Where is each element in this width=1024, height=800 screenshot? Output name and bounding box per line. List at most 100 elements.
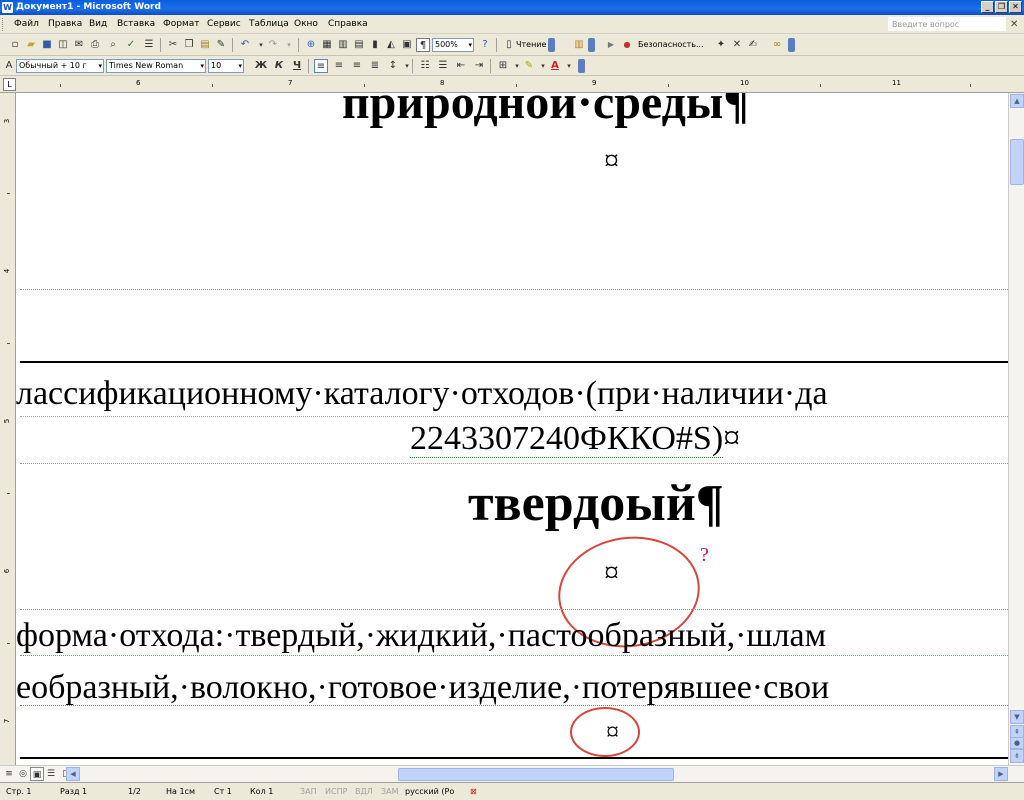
scroll-down-icon[interactable]: ▼ (1010, 710, 1024, 724)
open-folder-icon[interactable]: ▰ (24, 38, 38, 52)
menu-file[interactable]: Файл (14, 15, 39, 34)
toolbar-options-icon[interactable] (548, 38, 555, 52)
next-page-icon[interactable]: ⇟ (1010, 749, 1024, 763)
normal-view-icon[interactable]: ≡ (2, 767, 16, 781)
align-left-icon[interactable]: ≡ (314, 59, 328, 73)
menu-view[interactable]: Вид (89, 15, 107, 34)
macro-record-icon[interactable]: ● (620, 38, 634, 52)
security-button[interactable]: Безопасность... (638, 38, 704, 52)
status-track-changes[interactable]: ИСПР (325, 783, 347, 800)
font-select[interactable]: Times New Roman ▾ (106, 59, 206, 73)
web-layout-icon[interactable]: ◎ (16, 767, 30, 781)
borders-icon[interactable]: ⊞ (496, 59, 510, 73)
drawing-icon[interactable]: ◭ (384, 38, 398, 52)
zoom-select[interactable]: 500% ▾ (432, 38, 474, 52)
select-browse-object-icon[interactable]: ● (1010, 737, 1024, 749)
italic-button[interactable]: К (272, 59, 286, 73)
spelling-icon[interactable]: ✓ (124, 38, 138, 52)
toolbar-options-icon[interactable] (578, 59, 585, 73)
reading-mode-button[interactable]: Чтение (516, 38, 546, 52)
undo-icon[interactable]: ↶ (238, 38, 252, 52)
cut-icon[interactable]: ✂ (166, 38, 180, 52)
help-question-input[interactable]: Введите вопрос (888, 17, 1006, 31)
increase-indent-icon[interactable]: ⇥ (472, 59, 486, 73)
styles-pane-icon[interactable]: A (2, 59, 16, 73)
minimize-button[interactable]: _ (981, 1, 994, 13)
vertical-ruler[interactable]: 3 4 5 6 7 (0, 93, 16, 765)
design-mode-icon[interactable]: ✕ (730, 38, 744, 52)
vertical-scrollbar[interactable]: ▲ ▼ ⇞ ● ⇟ (1008, 93, 1024, 765)
spelling-status-icon[interactable]: ⊠ (470, 783, 477, 800)
menu-table[interactable]: Таблица (249, 15, 289, 34)
menu-edit[interactable]: Правка (48, 15, 82, 34)
font-color-dropdown-icon[interactable]: ▾ (562, 59, 576, 73)
email-icon[interactable]: ✉ (72, 38, 86, 52)
scroll-up-icon[interactable]: ▲ (1010, 94, 1024, 108)
menu-grip-handle[interactable] (2, 18, 6, 31)
insert-excel-icon[interactable]: ▤ (352, 38, 366, 52)
menu-help[interactable]: Справка (328, 15, 368, 34)
line-spacing-icon[interactable]: ↕ (386, 59, 400, 73)
restore-button[interactable]: ❐ (995, 1, 1008, 13)
research-book-icon[interactable]: ▥ (572, 38, 586, 52)
word-app-icon[interactable]: W (2, 2, 13, 13)
menu-format[interactable]: Формат (163, 15, 200, 34)
close-button[interactable]: ✕ (1009, 1, 1022, 13)
hyperlink-icon[interactable]: ⊕ (304, 38, 318, 52)
bold-button[interactable]: Ж (254, 59, 268, 73)
redo-dropdown-icon[interactable]: ▾ (282, 38, 296, 52)
research-icon[interactable]: ☰ (142, 38, 156, 52)
numbering-icon[interactable]: ☷ (418, 59, 432, 73)
status-extend[interactable]: ВДЛ (355, 783, 373, 800)
outline-view-icon[interactable]: ☰ (44, 767, 58, 781)
toolbar-options-icon[interactable] (588, 38, 595, 52)
horizontal-scrollbar[interactable]: ≡ ◎ ▣ ☰ ▯ ◀ ▶ (0, 765, 1024, 782)
new-document-icon[interactable]: ▫ (8, 38, 22, 52)
font-color-icon[interactable]: A (548, 59, 562, 73)
menu-window[interactable]: Окно (294, 15, 318, 34)
status-overtype[interactable]: ЗАМ (381, 783, 399, 800)
scroll-thumb[interactable] (1010, 139, 1024, 185)
close-document-icon[interactable]: ✕ (1010, 15, 1018, 34)
print-preview-icon[interactable]: ⌕ (106, 38, 120, 52)
toolbar-options-icon[interactable] (788, 38, 795, 52)
insert-table-icon[interactable]: ▥ (336, 38, 350, 52)
justify-icon[interactable]: ≣ (368, 59, 382, 73)
copy-icon[interactable]: ❐ (182, 38, 196, 52)
print-icon[interactable]: ⎙ (88, 38, 102, 52)
document-page[interactable]: природной·среды¶ ¤ лассификационному·кат… (16, 93, 1008, 765)
align-right-icon[interactable]: ≡ (350, 59, 364, 73)
tab-selector-button[interactable]: L (3, 78, 16, 91)
ruler-number: 11 (892, 79, 901, 87)
horizontal-ruler[interactable]: L 6 7 8 9 10 11 (0, 76, 1024, 93)
reading-layout-icon[interactable]: ▯ (502, 38, 516, 52)
macro-play-icon[interactable]: ▶ (604, 38, 618, 52)
document-map-icon[interactable]: ▣ (400, 38, 414, 52)
menu-tools[interactable]: Сервис (207, 15, 241, 34)
underline-button[interactable]: Ч (290, 59, 304, 73)
scroll-left-icon[interactable]: ◀ (66, 767, 80, 781)
save-icon[interactable]: ■ (40, 38, 54, 52)
decrease-indent-icon[interactable]: ⇤ (454, 59, 468, 73)
align-center-icon[interactable]: ≡ (332, 59, 346, 73)
format-painter-icon[interactable]: ✎ (214, 38, 228, 52)
show-formatting-icon[interactable]: ¶ (416, 38, 430, 52)
columns-icon[interactable]: ▮ (368, 38, 382, 52)
paste-icon[interactable]: ▤ (198, 38, 212, 52)
menu-insert[interactable]: Вставка (117, 15, 155, 34)
horizontal-scroll-thumb[interactable] (398, 768, 674, 781)
bullets-icon[interactable]: ☰ (436, 59, 450, 73)
print-layout-icon[interactable]: ▣ (30, 767, 44, 781)
help-icon[interactable]: ? (478, 38, 492, 52)
font-size-select[interactable]: 10 ▾ (208, 59, 244, 73)
permission-icon[interactable]: ◫ (56, 38, 70, 52)
scroll-right-icon[interactable]: ▶ (994, 767, 1008, 781)
style-select[interactable]: Обычный + 10 г ▾ (16, 59, 104, 73)
redo-icon[interactable]: ↷ (266, 38, 280, 52)
highlight-icon[interactable]: ✎ (522, 59, 536, 73)
tables-borders-icon[interactable]: ▦ (320, 38, 334, 52)
link-icon[interactable]: ∞ (770, 38, 784, 52)
visual-basic-icon[interactable]: ✍ (746, 38, 760, 52)
status-record[interactable]: ЗАП (300, 783, 317, 800)
control-toolbox-icon[interactable]: ✦ (714, 38, 728, 52)
